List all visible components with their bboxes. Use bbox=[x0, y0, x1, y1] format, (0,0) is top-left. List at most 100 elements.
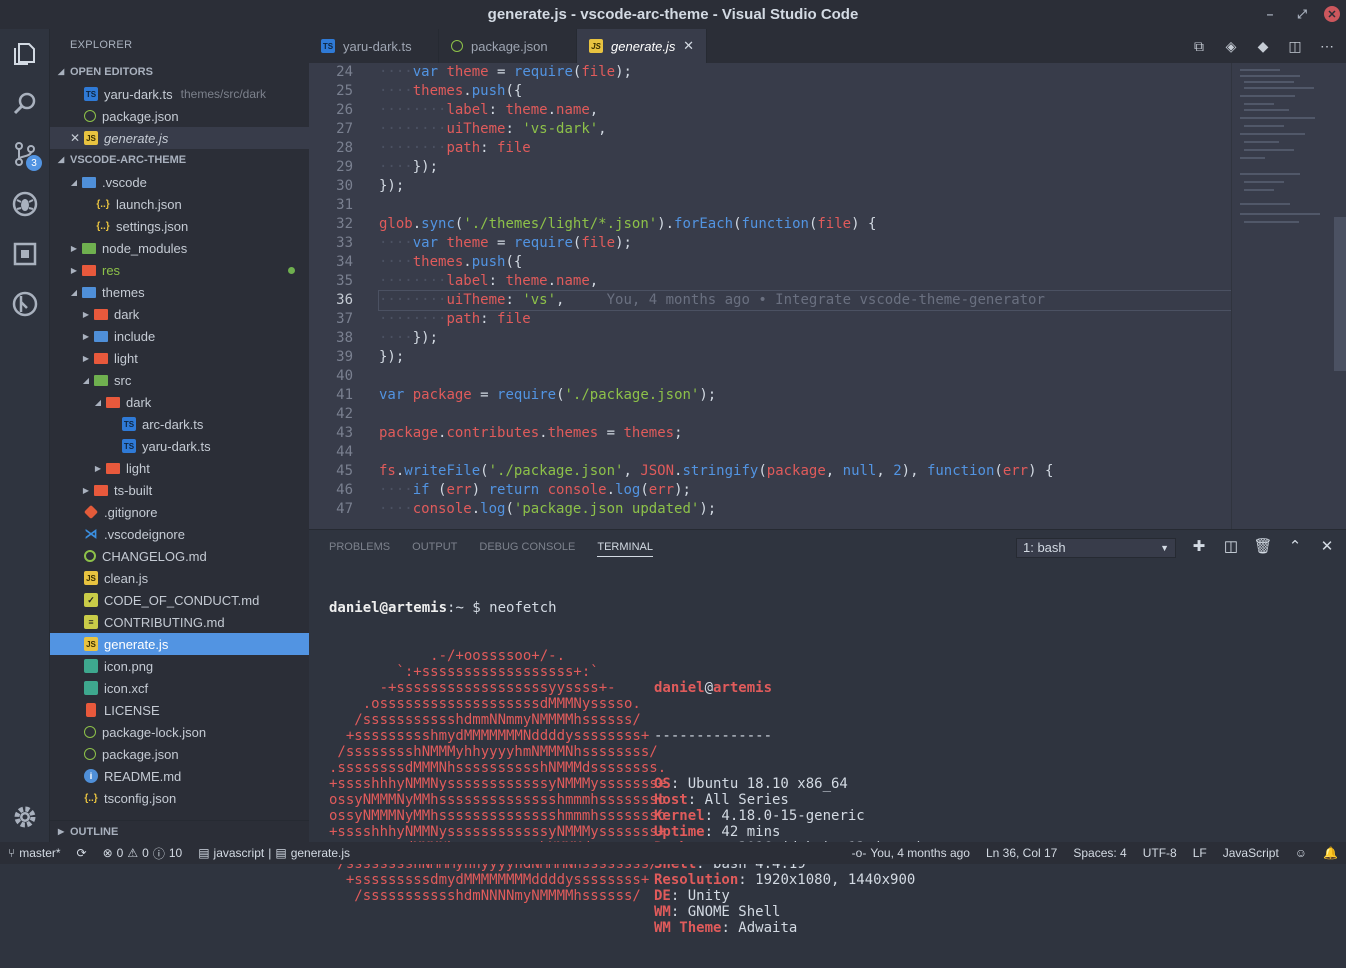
tree-item-file[interactable]: {..} launch.json bbox=[50, 193, 309, 215]
more-actions-icon[interactable]: ⋯ bbox=[1318, 37, 1336, 55]
tree-item-file[interactable]: CHANGELOG.md bbox=[50, 545, 309, 567]
git-lens-icon[interactable]: ◈ bbox=[1222, 37, 1240, 55]
close-window-icon[interactable]: ✕ bbox=[1324, 6, 1340, 22]
debug-icon[interactable] bbox=[0, 179, 50, 229]
code-line: ····if (err) return console.log(err); bbox=[379, 482, 691, 498]
tree-item-folder[interactable]: ◢ dark bbox=[50, 391, 309, 413]
tab-terminal[interactable]: TERMINAL bbox=[597, 537, 653, 557]
open-editor-item[interactable]: package.json bbox=[50, 105, 309, 127]
maximize-icon[interactable]: ⤢ bbox=[1292, 5, 1312, 23]
javascript-file-icon: JS bbox=[84, 637, 98, 651]
compare-icon[interactable]: ◆ bbox=[1254, 37, 1272, 55]
sync-button[interactable]: ⟳ bbox=[69, 846, 95, 860]
tree-item-folder[interactable]: ◢ themes bbox=[50, 281, 309, 303]
code-line: }); bbox=[379, 178, 405, 194]
tree-item-file[interactable]: .gitignore bbox=[50, 501, 309, 523]
problems-indicator[interactable]: ⊗ 0 ⚠ 0 ⓘ 10 bbox=[95, 845, 191, 862]
tree-item-file-selected[interactable]: JS generate.js bbox=[50, 633, 309, 655]
trash-icon[interactable]: 🗑 bbox=[1253, 537, 1272, 555]
tree-item-folder[interactable]: ▶ light bbox=[50, 347, 309, 369]
line-ending[interactable]: LF bbox=[1185, 846, 1215, 860]
tab-output[interactable]: OUTPUT bbox=[412, 530, 457, 564]
sidebar-title: EXPLORER bbox=[70, 39, 133, 51]
tree-item-file[interactable]: LICENSE bbox=[50, 699, 309, 721]
line-number: 29 bbox=[336, 159, 353, 175]
indentation[interactable]: Spaces: 4 bbox=[1065, 846, 1134, 860]
folder-icon bbox=[94, 484, 108, 496]
encoding[interactable]: UTF-8 bbox=[1135, 846, 1185, 860]
close-icon[interactable]: ✕ bbox=[70, 131, 84, 145]
editor-scrollbar[interactable] bbox=[1334, 217, 1346, 371]
tree-item-folder[interactable]: ▶ ts-built bbox=[50, 479, 309, 501]
tree-item-folder[interactable]: ▶ res bbox=[50, 259, 309, 281]
outline-header[interactable]: ▶ OUTLINE bbox=[50, 820, 309, 842]
open-editors-header[interactable]: ◢ OPEN EDITORS bbox=[50, 61, 309, 83]
tree-item-file[interactable]: TS arc-dark.ts bbox=[50, 413, 309, 435]
feedback-smiley-icon[interactable]: ☺ bbox=[1287, 846, 1315, 860]
tab-package-json[interactable]: package.json bbox=[439, 29, 577, 63]
cursor-position[interactable]: Ln 36, Col 17 bbox=[978, 846, 1065, 860]
tree-item-folder[interactable]: ◢ .vscode bbox=[50, 171, 309, 193]
tree-item-file[interactable]: ⋊ .vscodeignore bbox=[50, 523, 309, 545]
tree-item-file[interactable]: {..} tsconfig.json bbox=[50, 787, 309, 809]
tree-item-file[interactable]: i README.md bbox=[50, 765, 309, 787]
tree-item-file[interactable]: TS yaru-dark.ts bbox=[50, 435, 309, 457]
tree-item-folder[interactable]: ▶ include bbox=[50, 325, 309, 347]
terminal-select[interactable]: 1: bash ▼ bbox=[1016, 538, 1176, 558]
folder-icon bbox=[106, 462, 120, 474]
code-editor[interactable]: 24 25 26 27 28 29 30 31 32 33 34 35 36 37 38 39 40 41 42 43… bbox=[309, 63, 1346, 529]
tree-item-folder[interactable]: ▶ node_modules bbox=[50, 237, 309, 259]
terminal-output[interactable]: daniel@artemis:~ $ neofetch .-/+oossssoo… bbox=[329, 568, 666, 936]
info-line: DE: Unity bbox=[654, 888, 730, 904]
info-line: Kernel: 4.18.0-15-generic bbox=[654, 808, 865, 824]
new-terminal-icon[interactable]: ✚ bbox=[1190, 537, 1208, 555]
tree-item-file[interactable]: {..} settings.json bbox=[50, 215, 309, 237]
code-area[interactable]: ····var theme = require(file); ····theme… bbox=[378, 63, 1232, 519]
chevron-right-icon: ▶ bbox=[82, 331, 90, 341]
open-editor-item[interactable]: ✕ JS generate.js bbox=[50, 127, 309, 149]
tree-item-folder[interactable]: ▶ dark bbox=[50, 303, 309, 325]
blame-indicator[interactable]: -o- You, 4 months ago bbox=[844, 846, 978, 860]
settings-gear-icon[interactable] bbox=[0, 792, 50, 842]
open-editor-item[interactable]: TS yaru-dark.ts themes/src/dark bbox=[50, 83, 309, 105]
ascii-line: ossyNMMMNyMMhsssssssssssssshmmmhssssssso bbox=[329, 792, 667, 808]
ascii-line: -+ssssssssssssssssssyyssss+- bbox=[329, 680, 616, 696]
close-tab-icon[interactable]: ✕ bbox=[683, 38, 694, 54]
tree-item-folder[interactable]: ▶ light bbox=[50, 457, 309, 479]
split-editor-icon[interactable]: ◫ bbox=[1286, 37, 1304, 55]
folder-icon bbox=[82, 264, 96, 276]
tree-item-file[interactable]: package.json bbox=[50, 743, 309, 765]
search-icon[interactable] bbox=[0, 79, 50, 129]
split-terminal-icon[interactable]: ◫ bbox=[1222, 537, 1240, 555]
tree-item-folder[interactable]: ◢ src bbox=[50, 369, 309, 391]
project-header[interactable]: ◢ VSCODE-ARC-THEME bbox=[50, 149, 309, 171]
tree-item-file[interactable]: ✓ CODE_OF_CONDUCT.md bbox=[50, 589, 309, 611]
source-control-icon[interactable]: 3 bbox=[0, 129, 50, 179]
maximize-panel-icon[interactable]: ⌃ bbox=[1286, 537, 1304, 555]
code-line: ····themes.push({ bbox=[379, 254, 523, 270]
tree-item-file[interactable]: package-lock.json bbox=[50, 721, 309, 743]
tab-yaru-dark[interactable]: TS yaru-dark.ts bbox=[309, 29, 439, 63]
language-mode[interactable]: JavaScript bbox=[1215, 846, 1287, 860]
notifications-bell-icon[interactable]: 🔔 bbox=[1315, 846, 1346, 860]
explorer-icon[interactable] bbox=[0, 29, 50, 79]
extensions-icon[interactable] bbox=[0, 229, 50, 279]
tree-item-file[interactable]: JS clean.js bbox=[50, 567, 309, 589]
minimap[interactable] bbox=[1231, 63, 1341, 529]
tree-item-file[interactable]: ≡ CONTRIBUTING.md bbox=[50, 611, 309, 633]
tree-item-file[interactable]: icon.xcf bbox=[50, 677, 309, 699]
tree-item-file[interactable]: icon.png bbox=[50, 655, 309, 677]
open-changes-icon[interactable]: ⧉ bbox=[1190, 37, 1208, 55]
breadcrumb[interactable]: ▤ javascript | ▤ generate.js bbox=[190, 846, 358, 860]
branch-indicator[interactable]: ⑂ master* bbox=[0, 846, 69, 860]
git-history-icon[interactable] bbox=[0, 279, 50, 329]
tab-generate-js[interactable]: JS generate.js ✕ bbox=[577, 29, 707, 63]
tab-problems[interactable]: PROBLEMS bbox=[329, 530, 390, 564]
image-file-icon bbox=[84, 659, 98, 673]
folder-icon bbox=[82, 176, 96, 188]
minimize-icon[interactable]: – bbox=[1260, 5, 1280, 23]
image-file-icon bbox=[84, 681, 98, 695]
tab-debug-console[interactable]: DEBUG CONSOLE bbox=[479, 530, 575, 564]
line-number: 41 bbox=[336, 387, 353, 403]
close-panel-icon[interactable]: ✕ bbox=[1318, 537, 1336, 555]
